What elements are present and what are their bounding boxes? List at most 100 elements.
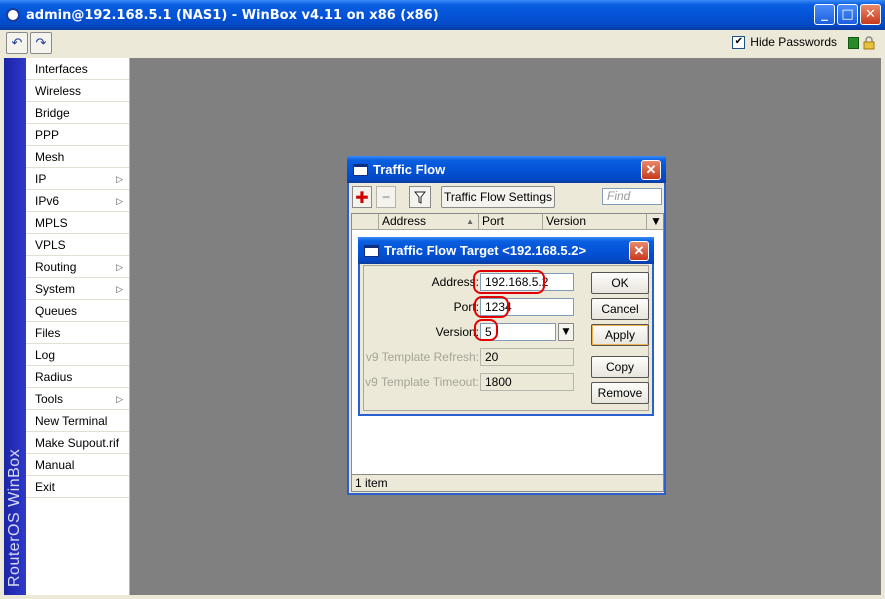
main-title-bar: admin@192.168.5.1 (NAS1) - WinBox v4.11 … (0, 0, 885, 30)
remove-button[interactable]: Remove (591, 382, 649, 404)
template-refresh-label: v9 Template Refresh: (365, 350, 479, 364)
sidebar-item-queues[interactable]: Queues (26, 300, 129, 322)
window-icon (364, 244, 379, 257)
sidebar-item-exit[interactable]: Exit (26, 476, 129, 498)
connection-status-icon (848, 37, 859, 49)
sidebar-item-ipv6[interactable]: IPv6 ▷ (26, 190, 129, 212)
sidebar-item-routing[interactable]: Routing ▷ (26, 256, 129, 278)
winbox-app-icon (6, 8, 20, 22)
traffic-flow-target-dialog: Traffic Flow Target <192.168.5.2> ✕ Addr… (358, 237, 654, 416)
traffic-flow-title-bar[interactable]: Traffic Flow ✕ (347, 156, 666, 183)
sidebar-item-interfaces[interactable]: Interfaces (26, 58, 129, 80)
target-title-bar[interactable]: Traffic Flow Target <192.168.5.2> ✕ (358, 237, 654, 264)
sidebar-item-vpls[interactable]: VPLS (26, 234, 129, 256)
sort-ascending-icon: ▲ (466, 217, 474, 226)
submenu-arrow-icon: ▷ (116, 284, 123, 294)
traffic-flow-settings-button[interactable]: Traffic Flow Settings (441, 186, 555, 208)
target-close-button[interactable]: ✕ (629, 241, 649, 261)
sidebar-item-label: Mesh (35, 150, 65, 164)
column-port[interactable]: Port (479, 214, 543, 229)
sidebar-item-label: PPP (35, 128, 60, 142)
find-input[interactable]: Find (602, 188, 662, 205)
address-label: Address: (431, 275, 479, 289)
submenu-arrow-icon: ▷ (116, 394, 123, 404)
sidebar-menu: Interfaces Wireless Bridge PPP Mesh IP ▷ IPv6 ▷ M… (26, 58, 130, 595)
address-field[interactable]: 192.168.5.2 (480, 273, 574, 291)
hide-passwords-label: Hide Passwords (750, 35, 837, 49)
window-title: admin@192.168.5.1 (NAS1) - WinBox v4.11 … (26, 7, 439, 23)
sidebar-item-label: Routing (35, 260, 77, 274)
sidebar-item-label: Interfaces (35, 62, 88, 76)
sidebar-item-mpls[interactable]: MPLS (26, 212, 129, 234)
sidebar-item-label: Radius (35, 370, 73, 384)
sidebar-item-mesh[interactable]: Mesh (26, 146, 129, 168)
target-form: Address: 192.168.5.2 Port: 1234 Version:… (363, 265, 649, 411)
main-toolbar: ↶ ↷ ✔ Hide Passwords (4, 30, 881, 56)
template-refresh-row: v9 Template Refresh: 20 (364, 347, 584, 367)
sidebar-item-wireless[interactable]: Wireless (26, 80, 129, 102)
ok-button[interactable]: OK (591, 272, 649, 294)
close-button[interactable]: ✕ (860, 4, 881, 25)
version-row: Version: 5 ▼ (364, 322, 584, 342)
column-address-label: Address (382, 214, 427, 228)
sidebar-item-files[interactable]: Files (26, 322, 129, 344)
submenu-arrow-icon: ▷ (116, 196, 123, 206)
minimize-button[interactable]: _ (814, 4, 835, 25)
port-field[interactable]: 1234 (480, 298, 574, 316)
port-label: Port: (453, 300, 479, 314)
sidebar-item-label: Tools (35, 392, 64, 406)
version-dropdown-icon[interactable]: ▼ (558, 323, 574, 341)
sidebar-item-label: Log (35, 348, 56, 362)
sidebar-item-tools[interactable]: Tools ▷ (26, 388, 129, 410)
sidebar-item-label: Files (35, 326, 61, 340)
traffic-flow-title: Traffic Flow (373, 162, 446, 177)
traffic-flow-close-button[interactable]: ✕ (641, 160, 661, 180)
version-field[interactable]: 5 (480, 323, 556, 341)
column-version[interactable]: Version (543, 214, 647, 229)
template-timeout-label: v9 Template Timeout: (365, 375, 479, 389)
sidebar-item-bridge[interactable]: Bridge (26, 102, 129, 124)
lock-icon (863, 36, 875, 50)
sidebar-item-label: Wireless (35, 84, 82, 98)
sidebar-item-new-terminal[interactable]: New Terminal (26, 410, 129, 432)
sidebar-item-label: VPLS (35, 238, 66, 252)
sidebar-item-label: Exit (35, 480, 56, 494)
column-menu-icon[interactable]: ▼ (647, 214, 663, 229)
sidebar-item-ppp[interactable]: PPP (26, 124, 129, 146)
table-header-flag (352, 214, 379, 229)
submenu-arrow-icon: ▷ (116, 174, 123, 184)
column-address[interactable]: Address ▲ (379, 214, 479, 229)
window-icon (353, 163, 368, 176)
filter-icon[interactable] (409, 186, 431, 208)
sidebar-item-label: Make Supout.rif (35, 436, 120, 450)
brand-label: RouterOS WinBox (6, 448, 23, 587)
sidebar-item-ip[interactable]: IP ▷ (26, 168, 129, 190)
remove-icon[interactable]: ━ (376, 186, 396, 208)
template-timeout-field: 1800 (480, 373, 574, 391)
template-refresh-field: 20 (480, 348, 574, 366)
sidebar-item-radius[interactable]: Radius (26, 366, 129, 388)
undo-icon[interactable]: ↶ (6, 32, 28, 54)
sidebar-item-system[interactable]: System ▷ (26, 278, 129, 300)
template-timeout-row: v9 Template Timeout: 1800 (364, 372, 584, 392)
add-icon[interactable]: ✚ (352, 186, 372, 208)
submenu-arrow-icon: ▷ (116, 262, 123, 272)
copy-button[interactable]: Copy (591, 356, 649, 378)
hide-passwords-checkbox[interactable]: ✔ (732, 35, 746, 49)
sidebar-item-label: Queues (35, 304, 78, 318)
sidebar-item-make-supout-rif[interactable]: Make Supout.rif (26, 432, 129, 454)
sidebar-item-log[interactable]: Log (26, 344, 129, 366)
apply-button[interactable]: Apply (591, 324, 649, 346)
sidebar-item-manual[interactable]: Manual (26, 454, 129, 476)
sidebar-item-label: Bridge (35, 106, 70, 120)
cancel-button[interactable]: Cancel (591, 298, 649, 320)
traffic-flow-toolbar: ✚ ━ Traffic Flow Settings Find (349, 185, 664, 211)
brand-strip: RouterOS WinBox (4, 58, 26, 595)
sidebar-item-label: IP (35, 172, 47, 186)
maximize-button[interactable]: □ (837, 4, 858, 25)
hide-passwords-toggle[interactable]: ✔ Hide Passwords (732, 35, 837, 49)
redo-icon[interactable]: ↷ (30, 32, 52, 54)
sidebar-item-label: New Terminal (35, 414, 108, 428)
item-count-status: 1 item (351, 474, 664, 492)
port-row: Port: 1234 (364, 297, 584, 317)
